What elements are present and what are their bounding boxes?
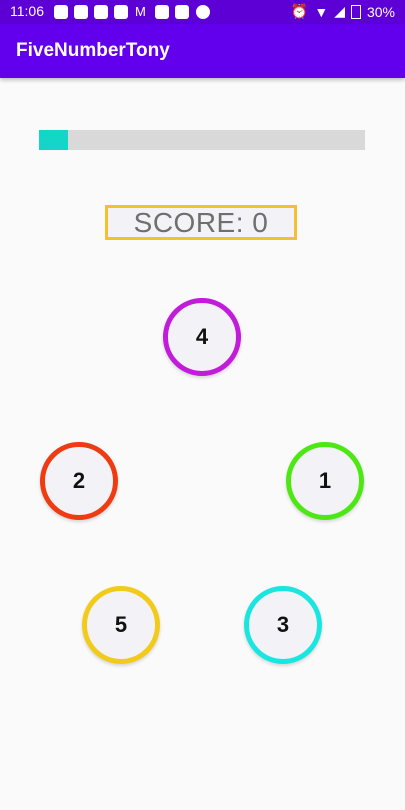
- number-circle-3[interactable]: 3: [244, 586, 322, 664]
- timer-progress-fill: [39, 130, 69, 150]
- number-circle-5[interactable]: 5: [82, 586, 160, 664]
- circle-number: 2: [72, 468, 86, 493]
- circle-number: 5: [114, 612, 128, 637]
- timer-progress-bar: [39, 130, 365, 150]
- signal-icon: ◢: [334, 3, 345, 19]
- zalo-icon: [74, 5, 88, 19]
- status-bar: 11:06 M ⏰ ▼ ◢ 30%: [0, 0, 405, 24]
- photo-icon: [114, 5, 128, 19]
- battery-icon: [350, 4, 361, 19]
- score-box: SCORE: 0: [105, 205, 297, 240]
- circle-number: 1: [318, 468, 332, 493]
- status-time: 11:06: [10, 3, 44, 19]
- message-icon: [54, 5, 68, 19]
- wifi-icon: ▼: [314, 3, 329, 20]
- score-text: SCORE: 0: [133, 206, 269, 238]
- square-icon: [155, 5, 169, 19]
- app-title: FiveNumberTony: [16, 40, 170, 61]
- number-circle-2[interactable]: 2: [40, 442, 118, 520]
- messenger-icon: [196, 5, 210, 19]
- alarm-icon: ⏰: [290, 3, 309, 19]
- circle-number: 4: [195, 324, 209, 349]
- square-icon: [175, 5, 189, 19]
- photo-icon: [94, 5, 108, 19]
- battery-percent: 30%: [366, 3, 395, 20]
- number-circle-1[interactable]: 1: [286, 442, 364, 520]
- number-circle-4[interactable]: 4: [163, 298, 241, 376]
- circle-number: 3: [276, 612, 290, 637]
- gmail-icon: M: [135, 4, 146, 19]
- app-bar: FiveNumberTony: [0, 24, 405, 78]
